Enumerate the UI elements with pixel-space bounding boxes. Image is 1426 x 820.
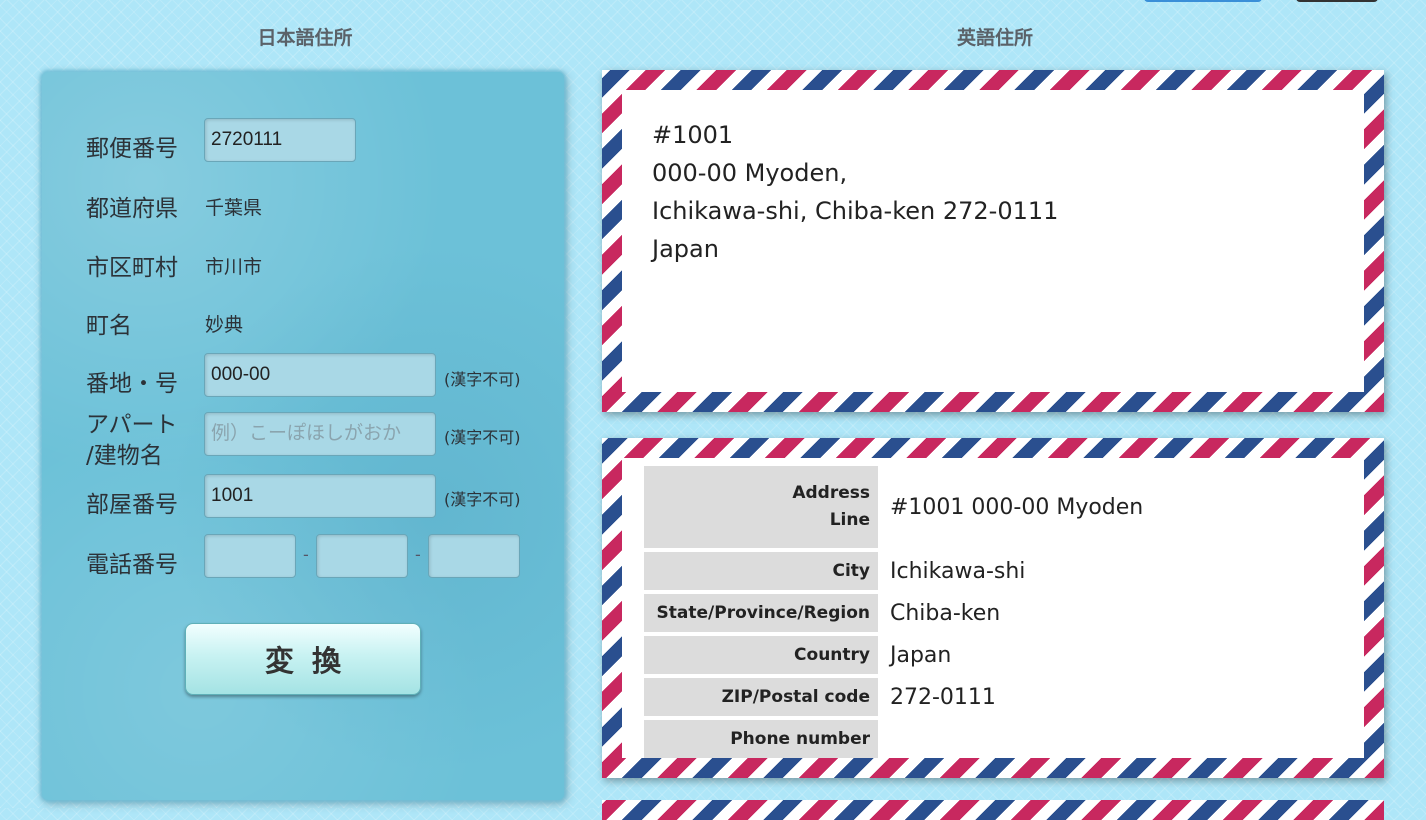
english-address-heading: 英語住所 [956, 27, 1033, 49]
country-field-label: Country [644, 636, 878, 674]
top-nav-button-2[interactable] [1296, 0, 1378, 2]
city-field-label: City [644, 552, 878, 590]
phone-field-value [878, 720, 1340, 758]
phone-label: 電話番号 [86, 552, 178, 578]
room-input[interactable] [204, 474, 436, 518]
postal-code-input[interactable] [204, 118, 356, 162]
postal-code-label: 郵便番号 [86, 136, 178, 162]
room-label: 部屋番号 [86, 492, 178, 518]
prefecture-label: 都道府県 [86, 196, 178, 222]
city-value: 市川市 [205, 256, 263, 278]
phone-input-1[interactable] [204, 534, 296, 578]
state-field-value: Chiba-ken [890, 600, 1001, 626]
english-fields-envelope: Address Line #1001 000-00 Myoden City Ic… [602, 438, 1384, 778]
phone-field-label: Phone number [644, 720, 878, 758]
address-line-label-line1: Address [792, 483, 870, 503]
phone-separator-1: - [303, 545, 309, 564]
english-address-line2: 000-00 Myoden, [652, 159, 848, 187]
banchi-note: (漢字不可) [444, 370, 521, 389]
town-label: 町名 [86, 313, 132, 339]
table-row: State/Province/Region Chiba-ken [644, 594, 1340, 632]
english-fields-table: Address Line #1001 000-00 Myoden City Ic… [644, 462, 1340, 762]
table-row: Phone number [644, 720, 1340, 758]
room-note: (漢字不可) [444, 490, 521, 509]
table-row: Address Line #1001 000-00 Myoden [644, 466, 1340, 548]
city-label: 市区町村 [86, 255, 178, 281]
building-input[interactable] [204, 412, 436, 456]
zip-field-value: 272-0111 [890, 684, 996, 710]
building-note: (漢字不可) [444, 428, 521, 447]
english-address-text: #1001 000-00 Myoden, Ichikawa-shi, Chiba… [622, 90, 1364, 392]
phone-input-2[interactable] [316, 534, 408, 578]
english-address-line1: #1001 [652, 121, 734, 149]
address-line-label-line2: Line [829, 510, 870, 530]
table-row: City Ichikawa-shi [644, 552, 1340, 590]
address-line-value: #1001 000-00 Myoden [890, 494, 1144, 520]
state-field-label: State/Province/Region [644, 594, 878, 632]
building-label-line2: /建物名 [86, 443, 163, 469]
top-nav-button-1[interactable] [1144, 0, 1262, 2]
table-row: ZIP/Postal code 272-0111 [644, 678, 1340, 716]
english-address-envelope: #1001 000-00 Myoden, Ichikawa-shi, Chiba… [602, 70, 1384, 412]
english-address-line4: Japan [652, 235, 719, 263]
phone-separator-2: - [415, 545, 421, 564]
prefecture-value: 千葉県 [205, 197, 263, 219]
zip-field-label: ZIP/Postal code [644, 678, 878, 716]
city-field-value: Ichikawa-shi [890, 558, 1026, 584]
country-field-value: Japan [890, 642, 952, 668]
english-address-line3: Ichikawa-shi, Chiba-ken 272-0111 [652, 197, 1059, 225]
japanese-address-heading: 日本語住所 [257, 27, 353, 49]
phone-input-3[interactable] [428, 534, 520, 578]
address-line-label: Address Line [644, 466, 878, 548]
town-value: 妙典 [205, 314, 244, 336]
building-label-line1: アパート [86, 412, 178, 438]
table-row: Country Japan [644, 636, 1340, 674]
convert-button[interactable]: 変換 [185, 623, 421, 695]
banchi-input[interactable] [204, 353, 436, 397]
building-label: アパート /建物名 [86, 410, 178, 472]
banchi-label: 番地・号 [86, 371, 178, 397]
third-envelope-edge [602, 800, 1384, 820]
